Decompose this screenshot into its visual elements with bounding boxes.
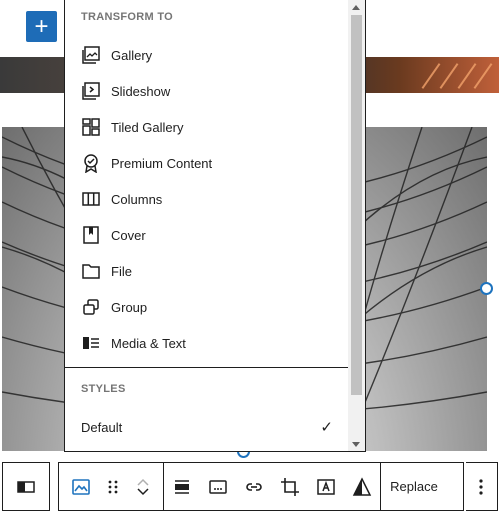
premium-content-icon bbox=[81, 153, 101, 173]
scroll-down-arrow-icon[interactable] bbox=[352, 442, 360, 447]
slideshow-icon bbox=[81, 81, 101, 101]
cover-icon bbox=[81, 225, 101, 245]
crop-icon bbox=[280, 477, 300, 497]
menu-item-label: File bbox=[111, 263, 132, 279]
duotone-icon bbox=[352, 476, 372, 497]
toolbar-parent-group bbox=[2, 462, 50, 511]
block-toolbar: Replace bbox=[2, 462, 499, 511]
link-button[interactable] bbox=[236, 463, 272, 510]
styles-heading: STYLES bbox=[81, 383, 126, 395]
toolbar-main-group: Replace bbox=[58, 462, 464, 511]
drag-handle[interactable] bbox=[103, 463, 123, 510]
caption-button[interactable] bbox=[200, 463, 236, 510]
move-buttons bbox=[123, 463, 163, 510]
menu-item-label: Media & Text bbox=[111, 335, 186, 351]
move-up-icon[interactable] bbox=[136, 477, 150, 487]
scrollbar-thumb[interactable] bbox=[351, 15, 362, 395]
menu-item-slideshow[interactable]: Slideshow bbox=[81, 75, 341, 107]
crop-button[interactable] bbox=[272, 463, 308, 510]
more-vertical-icon bbox=[478, 478, 484, 496]
align-wide-icon bbox=[172, 477, 192, 497]
image-icon bbox=[71, 477, 91, 497]
plus-icon: + bbox=[34, 12, 49, 40]
media-text-icon bbox=[81, 333, 101, 353]
link-icon bbox=[244, 477, 264, 497]
menu-item-label: Gallery bbox=[111, 47, 153, 63]
add-block-button[interactable]: + bbox=[26, 11, 57, 42]
more-options-button[interactable] bbox=[466, 463, 496, 510]
drag-handle-icon bbox=[108, 479, 118, 495]
tiled-gallery-icon bbox=[81, 117, 101, 137]
menu-divider bbox=[65, 367, 349, 368]
caption-icon bbox=[208, 477, 228, 497]
transform-dropdown: TRANSFORM TO Gallery Slideshow Tiled Gal… bbox=[64, 0, 366, 452]
replace-button[interactable]: Replace bbox=[381, 463, 447, 510]
file-icon bbox=[81, 261, 101, 281]
checkmark-icon: ✓ bbox=[320, 419, 333, 436]
style-option-label: Default bbox=[81, 419, 123, 435]
gallery-icon bbox=[81, 45, 101, 65]
move-down-icon[interactable] bbox=[136, 487, 150, 497]
menu-item-label: Premium Content bbox=[111, 155, 213, 171]
transform-to-heading: TRANSFORM TO bbox=[81, 11, 174, 23]
group-icon bbox=[81, 297, 101, 317]
text-overlay-button[interactable] bbox=[308, 463, 344, 510]
menu-item-cover[interactable]: Cover bbox=[81, 219, 341, 251]
menu-item-gallery[interactable]: Gallery bbox=[81, 39, 341, 71]
menu-item-label: Group bbox=[111, 299, 148, 315]
media-text-parent-icon bbox=[16, 477, 36, 497]
scroll-up-arrow-icon[interactable] bbox=[352, 5, 360, 10]
columns-icon bbox=[81, 189, 101, 209]
menu-item-label: Columns bbox=[111, 191, 163, 207]
duotone-button[interactable] bbox=[344, 463, 380, 510]
menu-item-group[interactable]: Group bbox=[81, 291, 341, 323]
style-option-default[interactable]: Default ✓ bbox=[81, 411, 333, 443]
menu-item-label: Cover bbox=[111, 227, 146, 243]
text-overlay-icon bbox=[316, 477, 336, 497]
menu-item-label: Tiled Gallery bbox=[111, 119, 184, 135]
block-type-button[interactable] bbox=[59, 463, 103, 510]
menu-item-columns[interactable]: Columns bbox=[81, 183, 341, 215]
align-button[interactable] bbox=[164, 463, 200, 510]
menu-item-premium-content[interactable]: Premium Content bbox=[81, 147, 341, 179]
menu-item-label: Slideshow bbox=[111, 83, 171, 99]
toolbar-options-group bbox=[466, 462, 498, 511]
resize-handle-right[interactable] bbox=[480, 282, 493, 295]
menu-item-media-text[interactable]: Media & Text bbox=[81, 327, 341, 359]
menu-item-file[interactable]: File bbox=[81, 255, 341, 287]
menu-item-tiled-gallery[interactable]: Tiled Gallery bbox=[81, 111, 341, 143]
dropdown-scrollbar[interactable] bbox=[348, 0, 365, 451]
select-parent-button[interactable] bbox=[3, 463, 49, 510]
